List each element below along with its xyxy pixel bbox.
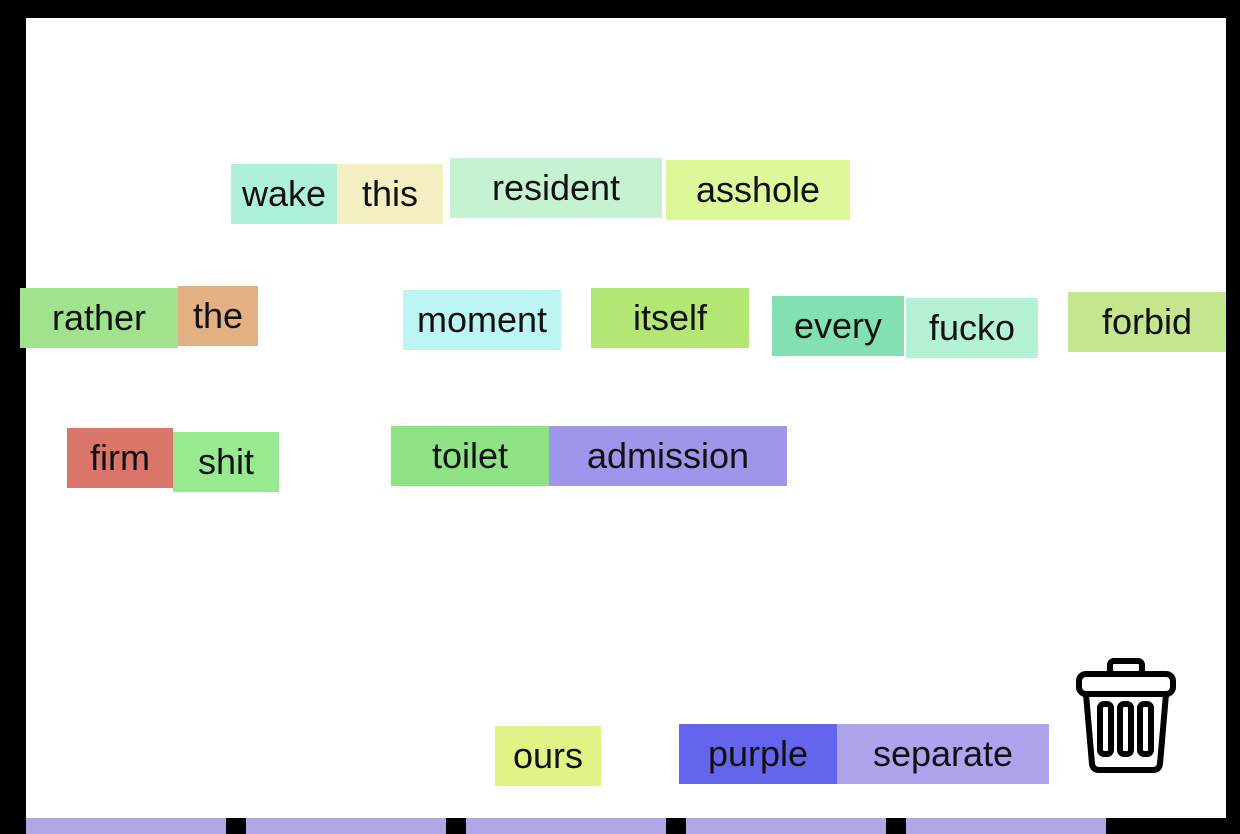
word-tile-moment[interactable]: moment bbox=[403, 290, 561, 350]
word-board: wake this resident asshole rather the mo… bbox=[20, 18, 1226, 818]
tray-slot[interactable] bbox=[246, 818, 446, 834]
word-tile-resident[interactable]: resident bbox=[450, 158, 662, 218]
word-tile-admission[interactable]: admission bbox=[549, 426, 787, 486]
word-tile-rather[interactable]: rather bbox=[20, 288, 178, 348]
word-tile-asshole[interactable]: asshole bbox=[666, 160, 850, 220]
word-tile-the[interactable]: the bbox=[178, 286, 258, 346]
trash-can-icon[interactable] bbox=[1076, 658, 1176, 773]
tray-slot[interactable] bbox=[906, 818, 1106, 834]
word-tile-ours[interactable]: ours bbox=[495, 726, 601, 786]
word-tile-forbid[interactable]: forbid bbox=[1068, 292, 1226, 352]
word-tile-every[interactable]: every bbox=[772, 296, 904, 356]
word-tile-purple[interactable]: purple bbox=[679, 724, 837, 784]
word-tile-itself[interactable]: itself bbox=[591, 288, 749, 348]
tray-slot[interactable] bbox=[26, 818, 226, 834]
word-tray bbox=[0, 818, 1240, 834]
tray-slot[interactable] bbox=[466, 818, 666, 834]
word-tile-separate[interactable]: separate bbox=[837, 724, 1049, 784]
word-tile-shit[interactable]: shit bbox=[173, 432, 279, 492]
word-tile-toilet[interactable]: toilet bbox=[391, 426, 549, 486]
word-tile-this[interactable]: this bbox=[337, 164, 443, 224]
word-tile-firm[interactable]: firm bbox=[67, 428, 173, 488]
word-tile-fucko[interactable]: fucko bbox=[906, 298, 1038, 358]
word-tile-wake[interactable]: wake bbox=[231, 164, 337, 224]
tray-slot[interactable] bbox=[686, 818, 886, 834]
